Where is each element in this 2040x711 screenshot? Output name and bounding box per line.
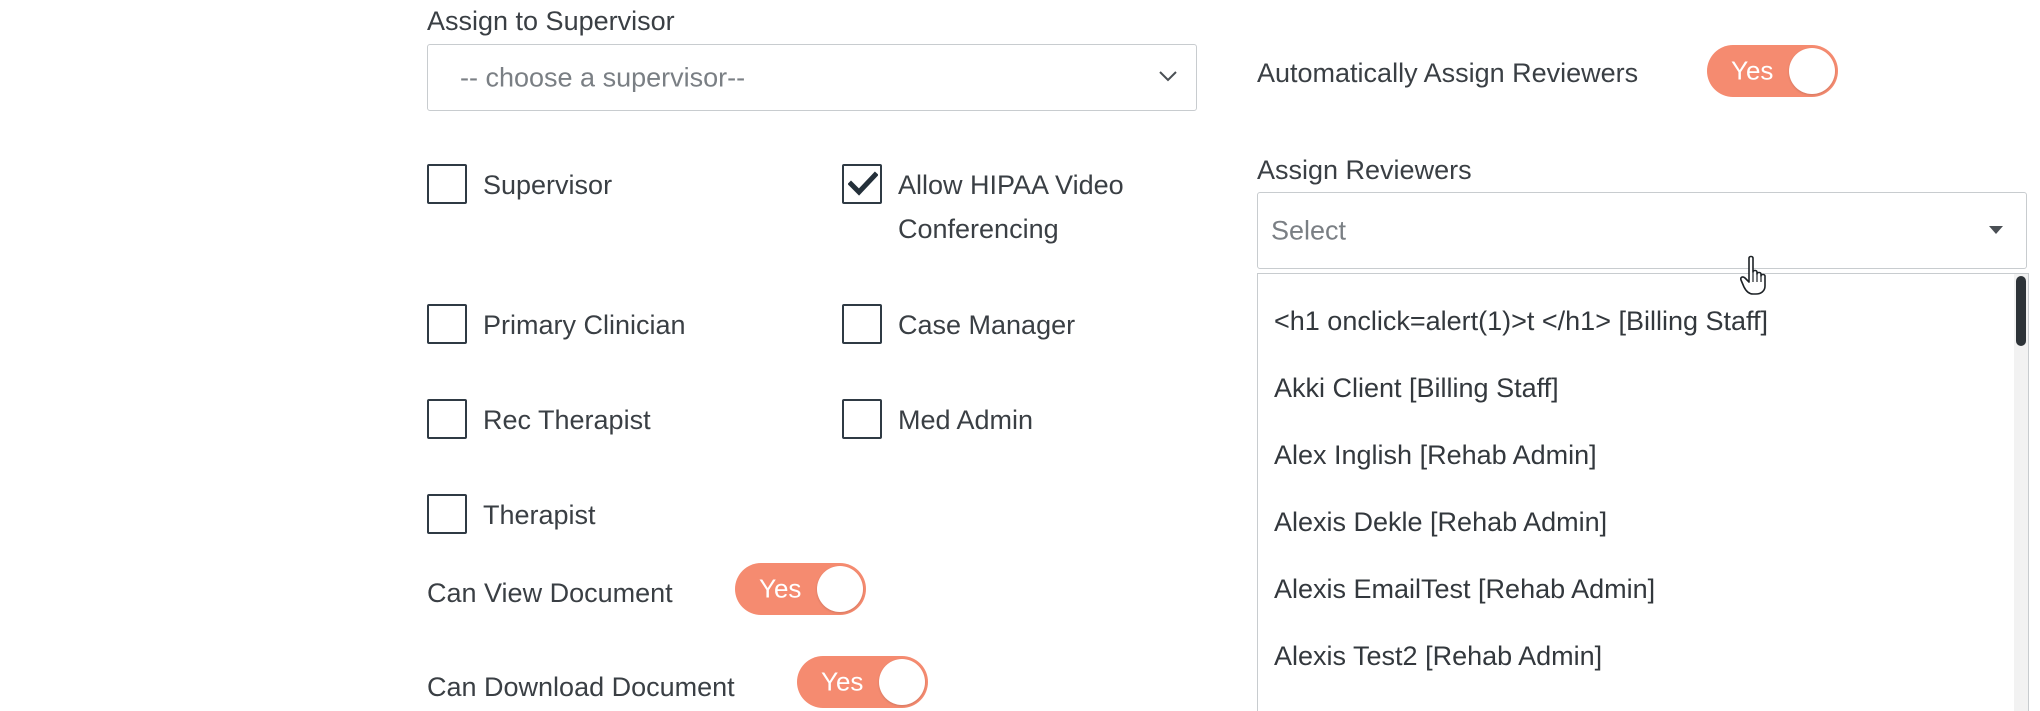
dropdown-scrollbar-thumb[interactable] [2016, 276, 2026, 346]
therapist-checkbox[interactable] [427, 494, 467, 534]
can-download-toggle[interactable]: Yes [797, 656, 928, 708]
rec-therapist-label: Rec Therapist [483, 405, 651, 435]
med-admin-checkbox[interactable] [842, 399, 882, 439]
dropdown-option[interactable]: Akki Client [Billing Staff] [1274, 373, 1559, 404]
supervisor-checkbox-label: Supervisor [483, 170, 613, 200]
can-download-toggle-label: Yes [821, 666, 864, 697]
primary-clinician-label: Primary Clinician [483, 310, 686, 340]
reviewer-settings-form: Assign to Supervisor -- choose a supervi… [0, 0, 2040, 711]
toggle-knob [817, 566, 863, 612]
case-manager-checkbox[interactable] [842, 304, 882, 344]
supervisor-select-placeholder: -- choose a supervisor-- [460, 62, 746, 92]
case-manager-label: Case Manager [898, 310, 1076, 340]
assign-reviewers-placeholder: Select [1271, 215, 1347, 245]
dropdown-option[interactable]: <h1 onclick=alert(1)>t </h1> [Billing St… [1274, 306, 1768, 337]
therapist-label: Therapist [483, 500, 596, 530]
dropdown-option[interactable]: Alexis Dekle [Rehab Admin] [1274, 507, 1607, 538]
caret-down-icon [1988, 222, 2004, 240]
chevron-down-icon [1158, 69, 1178, 87]
hand-pointer-icon [1740, 255, 1768, 300]
auto-assign-label: Automatically Assign Reviewers [1257, 58, 1639, 88]
allow-hipaa-checkbox[interactable] [842, 164, 882, 204]
can-view-toggle-label: Yes [759, 573, 802, 604]
toggle-knob [1789, 48, 1835, 94]
auto-assign-toggle-label: Yes [1731, 55, 1774, 86]
toggle-knob [879, 659, 925, 705]
can-download-label: Can Download Document [427, 672, 735, 702]
rec-therapist-checkbox[interactable] [427, 399, 467, 439]
primary-clinician-checkbox[interactable] [427, 304, 467, 344]
assign-reviewers-select[interactable]: Select [1257, 192, 2027, 269]
checkmark-icon [848, 171, 878, 196]
dropdown-option[interactable]: Alex Inglish [Rehab Admin] [1274, 440, 1597, 471]
supervisor-select[interactable]: -- choose a supervisor-- [427, 44, 1197, 111]
allow-hipaa-label-line2: Conferencing [898, 214, 1059, 244]
dropdown-scrollbar[interactable] [2014, 274, 2028, 711]
supervisor-label: Assign to Supervisor [427, 6, 675, 36]
can-view-toggle[interactable]: Yes [735, 563, 866, 615]
auto-assign-toggle[interactable]: Yes [1707, 45, 1838, 97]
med-admin-label: Med Admin [898, 405, 1034, 435]
dropdown-option[interactable]: Alexis EmailTest [Rehab Admin] [1274, 574, 1655, 605]
reviewers-dropdown-list[interactable]: <h1 onclick=alert(1)>t </h1> [Billing St… [1257, 273, 2029, 711]
can-view-label: Can View Document [427, 578, 673, 608]
supervisor-checkbox[interactable] [427, 164, 467, 204]
dropdown-option[interactable]: Alexis Test2 [Rehab Admin] [1274, 641, 1602, 672]
assign-reviewers-label: Assign Reviewers [1257, 155, 1472, 185]
allow-hipaa-label-line1: Allow HIPAA Video [898, 170, 1124, 200]
